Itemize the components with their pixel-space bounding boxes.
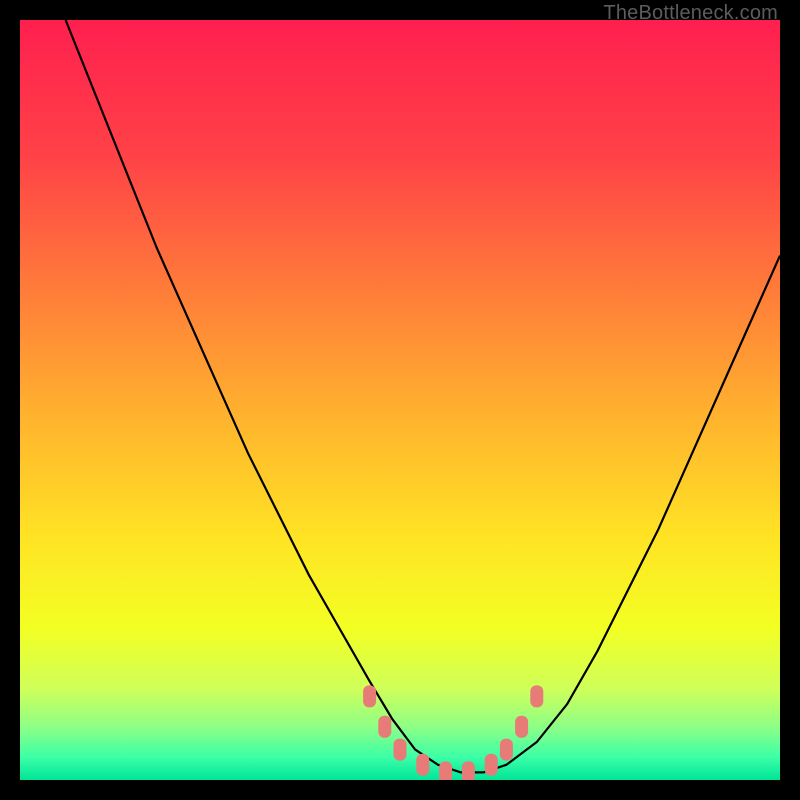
watermark-text: TheBottleneck.com: [603, 2, 778, 25]
highlight-marker: [363, 685, 376, 707]
plot-area: [20, 20, 780, 780]
highlight-marker: [500, 739, 513, 761]
highlight-marker: [394, 739, 407, 761]
curve-layer: [20, 20, 780, 780]
highlight-marker: [416, 754, 429, 776]
highlight-marker: [378, 716, 391, 738]
bottleneck-curve: [66, 20, 780, 772]
highlight-marker: [515, 716, 528, 738]
highlight-marker: [439, 761, 452, 780]
highlight-marker: [530, 685, 543, 707]
highlight-marker: [462, 761, 475, 780]
highlight-markers: [363, 685, 543, 780]
chart-frame: TheBottleneck.com: [0, 0, 800, 800]
highlight-marker: [485, 754, 498, 776]
